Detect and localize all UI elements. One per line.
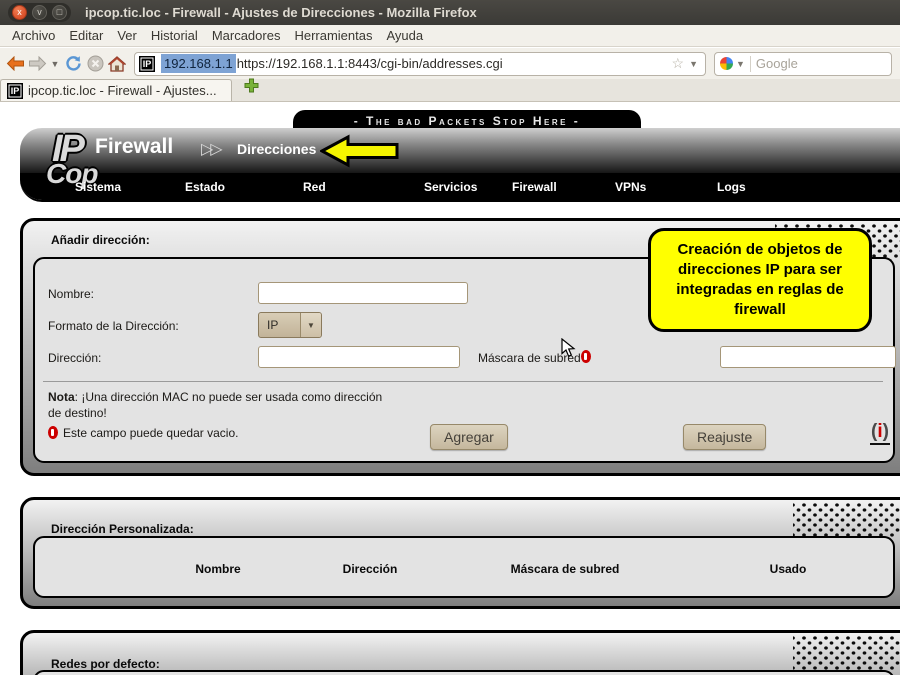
yellow-arrow-annotation xyxy=(320,134,400,173)
address-input[interactable] xyxy=(258,346,460,368)
url-dropdown-icon[interactable]: ▼ xyxy=(686,59,701,69)
panel-title: Añadir dirección: xyxy=(51,233,150,247)
breadcrumb-chevrons-icon: ▷▷ xyxy=(201,139,220,159)
menu-archivo[interactable]: Archivo xyxy=(5,26,62,45)
ipcop-header: IP Cop Firewall ▷▷ Direcciones Sistema E… xyxy=(20,128,900,202)
menu-ayuda[interactable]: Ayuda xyxy=(379,26,430,45)
search-box[interactable]: ▼ Google xyxy=(714,52,892,76)
format-label: Formato de la Dirección: xyxy=(48,319,179,333)
tab-favicon: IP xyxy=(7,83,23,99)
window-title: ipcop.tic.loc - Firewall - Ajustes de Di… xyxy=(85,5,477,20)
navigation-toolbar: ▼ IP 192.168.1.1 https://192.168.1.1:844… xyxy=(0,48,900,79)
custom-address-panel: Dirección Personalizada: Nombre Direcció… xyxy=(20,497,900,609)
tab-title: ipcop.tic.loc - Firewall - Ajustes... xyxy=(28,83,217,98)
annotation-text: Creación de objetos de direcciones IP pa… xyxy=(662,240,858,321)
new-tab-icon[interactable] xyxy=(244,78,259,98)
url-text: https://192.168.1.1:8443/cgi-bin/address… xyxy=(237,56,670,71)
menu-firewall[interactable]: Firewall xyxy=(512,180,557,194)
search-separator xyxy=(750,56,751,72)
name-label: Nombre: xyxy=(48,287,94,301)
optional-field-icon xyxy=(581,350,591,363)
custom-address-table: Nombre Dirección Máscara de subred Usado xyxy=(33,536,895,598)
screen: x v □ ipcop.tic.loc - Firewall - Ajustes… xyxy=(0,0,900,675)
breadcrumb-page: Direcciones xyxy=(237,141,316,157)
optional-note-text: Este campo puede quedar vacio. xyxy=(63,426,238,440)
add-button[interactable]: Agregar xyxy=(430,424,508,450)
menu-sistema[interactable]: Sistema xyxy=(75,180,121,194)
minimize-button[interactable]: v xyxy=(32,5,47,20)
format-select[interactable]: IP ▼ xyxy=(258,312,322,338)
menu-red[interactable]: Red xyxy=(303,180,326,194)
back-icon[interactable] xyxy=(4,52,26,76)
url-bar[interactable]: IP 192.168.1.1 https://192.168.1.1:8443/… xyxy=(134,52,706,76)
default-networks-panel: Redes por defecto: xyxy=(20,630,900,675)
google-logo-icon xyxy=(720,57,733,70)
menu-logs[interactable]: Logs xyxy=(717,180,746,194)
format-selected-value: IP xyxy=(259,318,300,332)
reset-button[interactable]: Reajuste xyxy=(683,424,766,450)
maximize-button[interactable]: □ xyxy=(52,5,67,20)
menu-herramientas[interactable]: Herramientas xyxy=(287,26,379,45)
annotation-callout: Creación de objetos de direcciones IP pa… xyxy=(648,228,872,332)
column-header-nombre: Nombre xyxy=(195,562,240,576)
menu-servicios[interactable]: Servicios xyxy=(424,180,477,194)
column-header-usado: Usado xyxy=(770,562,807,576)
bookmark-star-icon[interactable]: ☆ xyxy=(672,55,685,72)
optional-note: Este campo puede quedar vacio. xyxy=(48,426,388,442)
tab-bar: IP ipcop.tic.loc - Firewall - Ajustes... xyxy=(0,79,900,102)
menu-vpns[interactable]: VPNs xyxy=(615,180,646,194)
history-dropdown-icon[interactable]: ▼ xyxy=(48,52,62,76)
note-bold: Nota xyxy=(48,390,75,404)
close-button[interactable]: x xyxy=(12,5,27,20)
site-favicon: IP xyxy=(139,56,155,72)
page-content: - The bad Packets Stop Here - IP Cop Fir… xyxy=(0,102,900,675)
form-divider xyxy=(43,381,883,382)
breadcrumb-section: Firewall xyxy=(95,135,173,159)
menu-historial[interactable]: Historial xyxy=(144,26,205,45)
column-header-direccion: Dirección xyxy=(343,562,398,576)
menu-ver[interactable]: Ver xyxy=(110,26,144,45)
panel-title: Dirección Personalizada: xyxy=(51,522,194,536)
url-host-highlight: 192.168.1.1 xyxy=(161,54,236,73)
mouse-cursor xyxy=(561,338,576,363)
forward-icon[interactable] xyxy=(26,52,48,76)
menu-editar[interactable]: Editar xyxy=(62,26,110,45)
window-titlebar: x v □ ipcop.tic.loc - Firewall - Ajustes… xyxy=(0,0,900,25)
select-arrow-icon: ▼ xyxy=(300,313,321,337)
note-rest: : ¡Una dirección MAC no puede ser usada … xyxy=(48,390,382,420)
info-icon[interactable]: (i) xyxy=(870,421,890,445)
menu-marcadores[interactable]: Marcadores xyxy=(205,26,288,45)
netmask-input[interactable] xyxy=(720,346,896,368)
search-placeholder: Google xyxy=(756,56,798,71)
panel-title: Redes por defecto: xyxy=(51,657,160,671)
window-controls: x v □ xyxy=(8,3,71,22)
active-tab[interactable]: IP ipcop.tic.loc - Firewall - Ajustes... xyxy=(0,79,232,101)
default-networks-table xyxy=(33,670,895,675)
halftone-decoration xyxy=(793,503,900,537)
address-label: Dirección: xyxy=(48,351,101,365)
column-header-mascara: Máscara de subred xyxy=(511,562,620,576)
menu-bar: Archivo Editar Ver Historial Marcadores … xyxy=(0,25,900,47)
halftone-decoration xyxy=(793,636,900,670)
stop-icon[interactable] xyxy=(84,52,106,76)
home-icon[interactable] xyxy=(106,52,128,76)
menu-estado[interactable]: Estado xyxy=(185,180,225,194)
note-text: Nota: ¡Una dirección MAC no puede ser us… xyxy=(48,390,388,421)
reload-icon[interactable] xyxy=(62,52,84,76)
search-engine-dropdown-icon[interactable]: ▼ xyxy=(733,59,748,69)
name-input[interactable] xyxy=(258,282,468,304)
optional-field-icon xyxy=(48,426,58,439)
